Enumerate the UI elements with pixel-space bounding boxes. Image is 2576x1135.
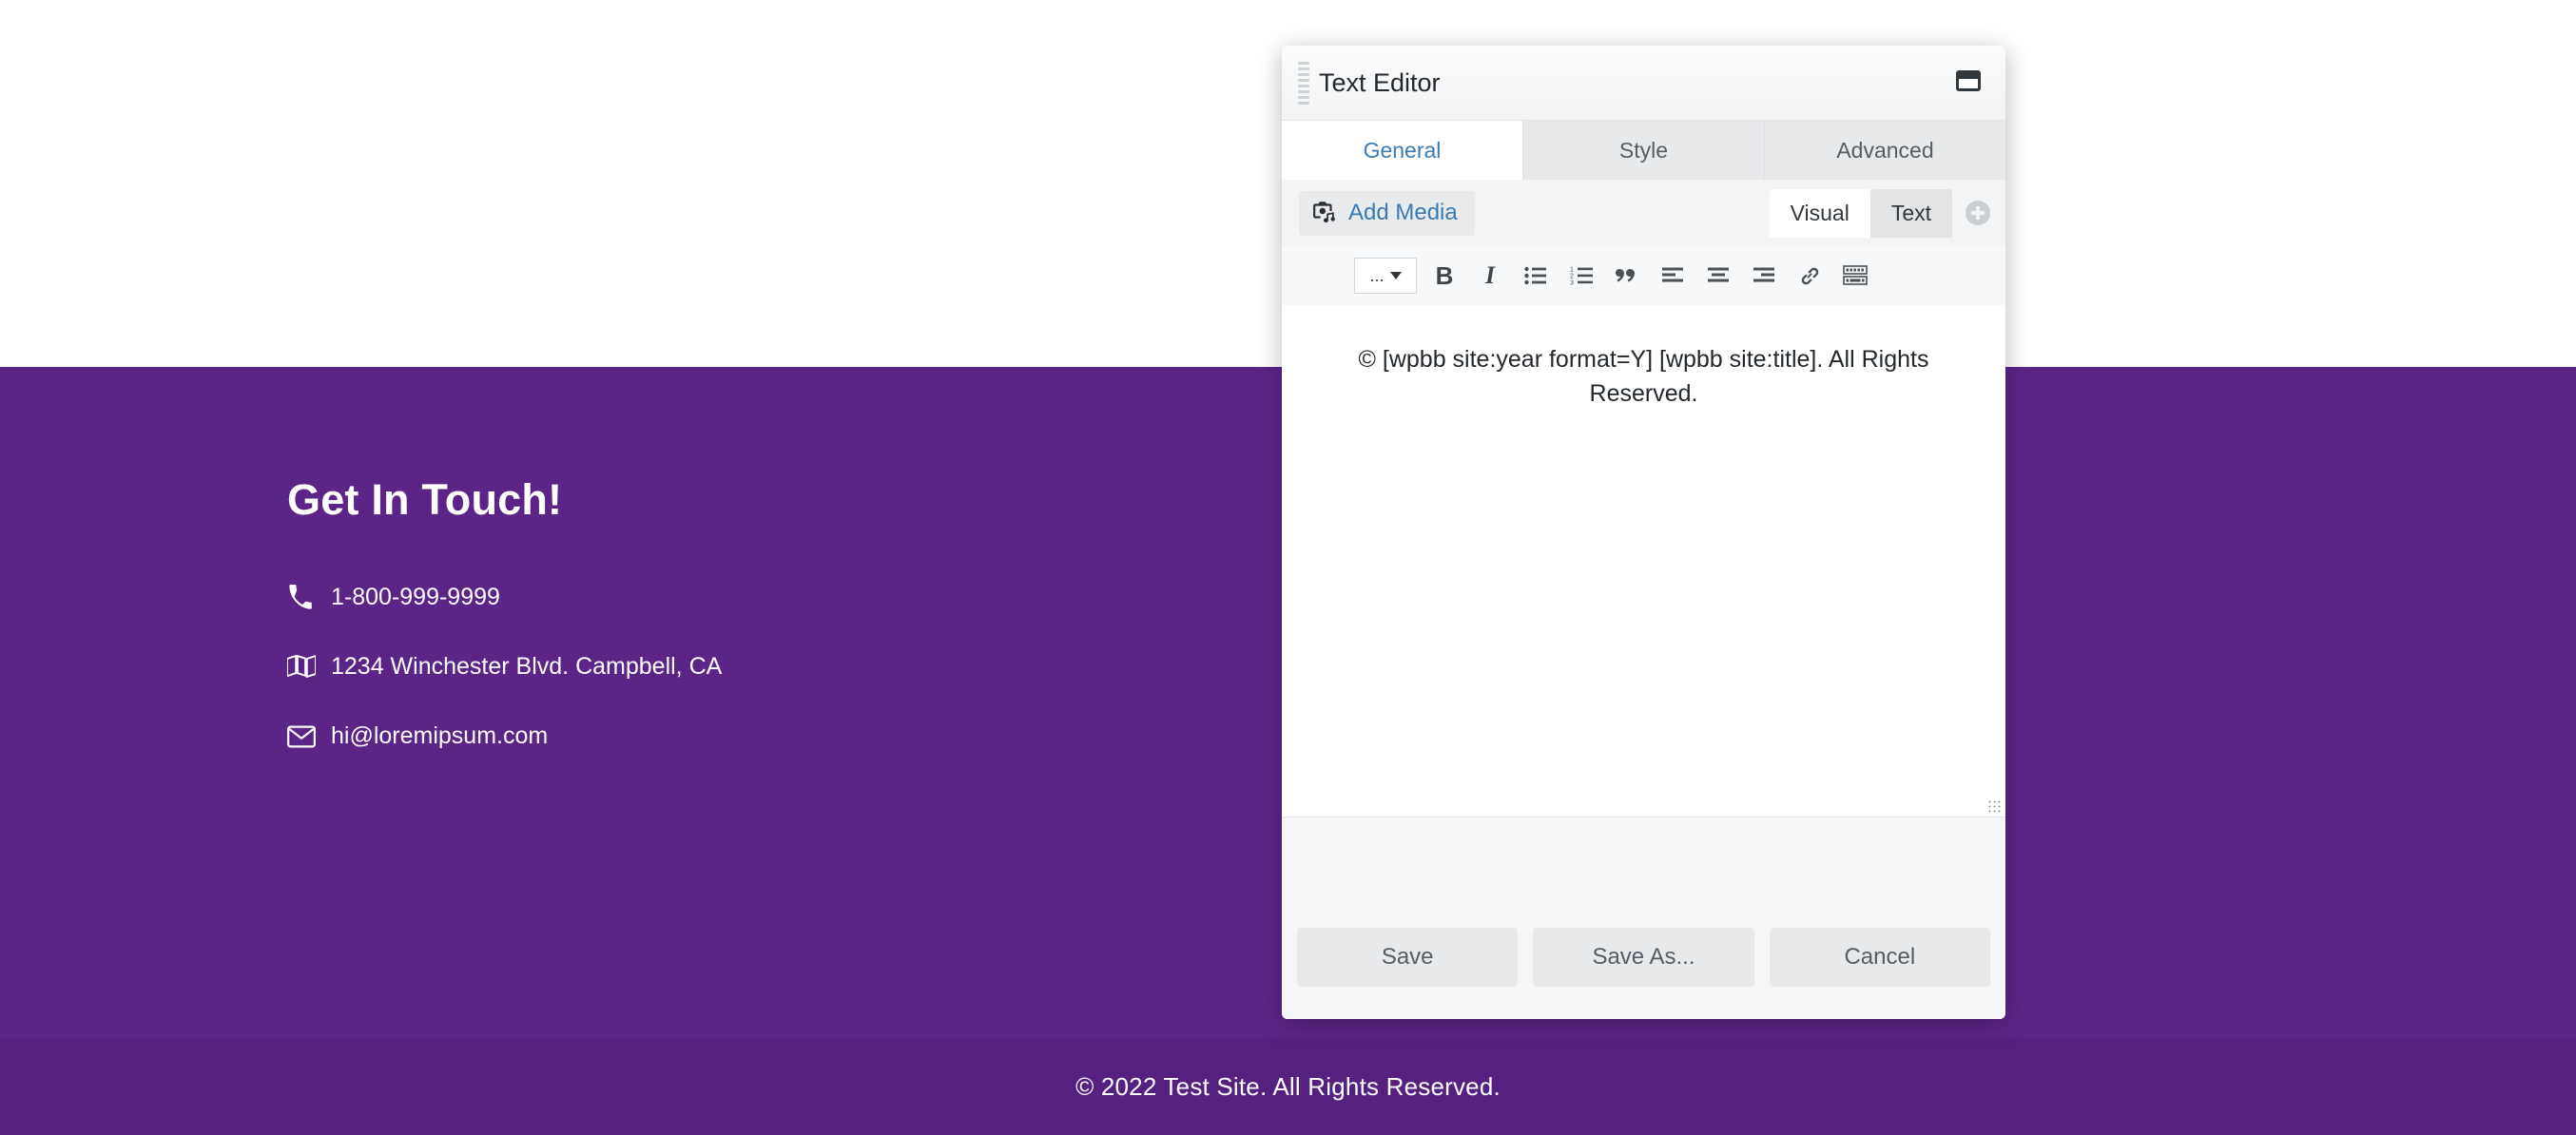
italic-icon[interactable]: I	[1472, 258, 1508, 294]
plus-circle-icon[interactable]	[1966, 201, 1990, 225]
contact-row-email: hi@loremipsum.com	[287, 722, 1143, 750]
text-mode-tab[interactable]: Text	[1870, 189, 1952, 238]
editor-content-area[interactable]: © [wpbb site:year format=Y] [wpbb site:t…	[1282, 305, 2005, 818]
cancel-button[interactable]: Cancel	[1770, 928, 1990, 987]
align-left-icon[interactable]	[1655, 258, 1691, 294]
formatting-toolbar: ... B I 123	[1282, 246, 2005, 305]
envelope-icon	[287, 725, 331, 748]
phone-icon	[287, 585, 331, 611]
contact-block: Get In Touch! 1-800-999-9999 1234 Winche…	[287, 475, 1143, 792]
link-icon[interactable]	[1792, 258, 1828, 294]
add-media-button[interactable]: Add Media	[1299, 191, 1475, 236]
bold-icon[interactable]: B	[1426, 258, 1462, 294]
chevron-down-icon	[1390, 272, 1402, 279]
format-select-label: ...	[1369, 266, 1384, 286]
map-icon	[287, 655, 331, 680]
italic-glyph: I	[1485, 263, 1495, 288]
save-button[interactable]: Save	[1297, 928, 1518, 987]
panel-tabs: General Style Advanced	[1282, 121, 2005, 180]
svg-text:1: 1	[1570, 267, 1574, 274]
contact-row-address: 1234 Winchester Blvd. Campbell, CA	[287, 653, 1143, 681]
contact-value: 1-800-999-9999	[331, 584, 500, 611]
page-title: Get In Touch!	[287, 475, 1143, 525]
align-right-icon[interactable]	[1746, 258, 1782, 294]
contact-value: hi@loremipsum.com	[331, 722, 548, 750]
align-center-icon[interactable]	[1700, 258, 1736, 294]
keyboard-shortcuts-icon[interactable]	[1837, 258, 1873, 294]
tab-general[interactable]: General	[1282, 121, 1523, 180]
tab-advanced[interactable]: Advanced	[1765, 121, 2005, 180]
bold-glyph: B	[1436, 263, 1454, 288]
format-select[interactable]: ...	[1354, 258, 1417, 294]
visual-mode-tab[interactable]: Visual	[1770, 189, 1870, 238]
site-footer-text: © 2022 Test Site. All Rights Reserved.	[1075, 1072, 1501, 1102]
drag-handle-icon[interactable]	[1298, 62, 1307, 105]
tab-style[interactable]: Style	[1523, 121, 1765, 180]
panel-footer: Save Save As... Cancel	[1282, 818, 2005, 1019]
camera-music-icon	[1312, 200, 1337, 227]
plus-circle-wrap	[1952, 201, 1990, 225]
blockquote-icon[interactable]	[1609, 258, 1645, 294]
panel-header[interactable]: Text Editor	[1282, 46, 2005, 121]
save-as-button[interactable]: Save As...	[1533, 928, 1753, 987]
numbered-list-icon[interactable]: 123	[1563, 258, 1599, 294]
text-editor-panel: Text Editor General Style Advanced Add M…	[1282, 46, 2005, 1019]
editor-resize-grip[interactable]	[1987, 799, 2001, 813]
site-footer-bar: © 2022 Test Site. All Rights Reserved.	[0, 1038, 2576, 1135]
contact-row-phone: 1-800-999-9999	[287, 584, 1143, 611]
svg-text:3: 3	[1570, 280, 1574, 286]
screen: Get In Touch! 1-800-999-9999 1234 Winche…	[0, 0, 2576, 1135]
window-restore-icon[interactable]	[1956, 70, 1981, 91]
editor-content-text: © [wpbb site:year format=Y] [wpbb site:t…	[1314, 343, 1973, 411]
media-bar: Add Media Visual Text	[1282, 180, 2005, 246]
panel-title: Text Editor	[1319, 68, 1441, 98]
editor-mode-switch: Visual Text	[1770, 189, 1990, 238]
svg-text:2: 2	[1570, 274, 1574, 280]
add-media-label: Add Media	[1348, 200, 1458, 226]
contact-value: 1234 Winchester Blvd. Campbell, CA	[331, 653, 722, 681]
bullet-list-icon[interactable]	[1518, 258, 1554, 294]
